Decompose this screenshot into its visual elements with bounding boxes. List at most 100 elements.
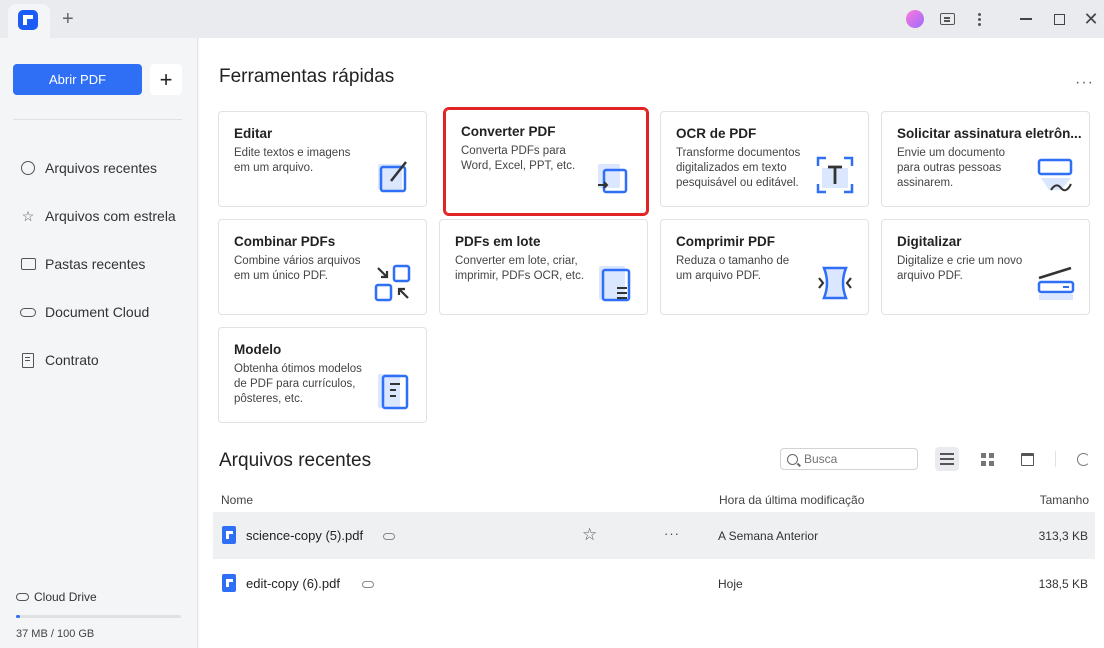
storage-progress-bar	[16, 615, 181, 618]
title-bar: + ✕	[0, 0, 1104, 38]
folder-icon	[20, 256, 36, 272]
tool-card-combine[interactable]: Combinar PDFs Combine vários arquivos em…	[218, 219, 427, 315]
recent-files-title: Arquivos recentes	[219, 450, 372, 471]
tool-card-request-signature[interactable]: Solicitar assinatura eletrôn... Envie um…	[881, 111, 1090, 207]
more-vertical-icon	[977, 12, 981, 26]
combine-icon	[374, 264, 411, 302]
list-view-button[interactable]	[935, 447, 959, 471]
card-title: OCR de PDF	[676, 126, 757, 141]
clock-icon	[20, 160, 36, 176]
sidebar-divider	[13, 119, 182, 120]
table-row[interactable]: edit-copy (6).pdf Hoje 138,5 KB	[213, 560, 1095, 607]
pdf-file-icon	[222, 574, 236, 592]
new-tab-button[interactable]: +	[62, 9, 74, 29]
convert-icon	[598, 164, 628, 194]
quick-tools-title: Ferramentas rápidas	[219, 66, 395, 87]
sidebar-item-recent-files[interactable]: Arquivos recentes	[20, 144, 176, 192]
maximize-icon	[1053, 13, 1065, 25]
sidebar-nav: Arquivos recentes ☆ Arquivos com estrela…	[20, 144, 176, 384]
column-header-name[interactable]: Nome	[221, 493, 253, 507]
cloud-status-icon	[362, 581, 374, 588]
tool-card-template[interactable]: Modelo Obtenha ótimos modelos de PDF par…	[218, 327, 427, 423]
card-title: Combinar PDFs	[234, 234, 336, 249]
more-options-button[interactable]: ···	[1075, 74, 1094, 92]
search-icon	[787, 453, 798, 465]
sidebar: Abrir PDF + Arquivos recentes ☆ Arquivos…	[0, 38, 198, 648]
app-logo-icon	[18, 10, 38, 30]
card-description: Edite textos e imagens em um arquivo.	[234, 147, 351, 174]
grid-view-button[interactable]	[975, 447, 999, 471]
toolbar-divider	[1055, 451, 1056, 467]
sidebar-item-label: Document Cloud	[45, 304, 150, 320]
sidebar-item-recent-folders[interactable]: Pastas recentes	[20, 240, 176, 288]
grid-view-icon	[980, 452, 994, 466]
table-row[interactable]: science-copy (5).pdf ☆ ··· A Semana Ante…	[213, 512, 1095, 559]
file-size: 138,5 KB	[1038, 577, 1088, 591]
tool-card-edit[interactable]: Editar Edite textos e imagens em um arqu…	[218, 111, 427, 207]
tool-card-scan[interactable]: Digitalizar Digitalize e crie um novo ar…	[881, 219, 1090, 315]
sidebar-item-starred[interactable]: ☆ Arquivos com estrela	[20, 192, 176, 240]
scanner-icon	[1037, 266, 1075, 300]
card-description: Combine vários arquivos em um único PDF.	[234, 255, 361, 282]
sidebar-item-label: Arquivos com estrela	[45, 208, 176, 224]
close-button[interactable]: ✕	[1080, 8, 1102, 30]
menu-button[interactable]	[968, 8, 990, 30]
tool-card-ocr[interactable]: OCR de PDF Transforme documentos digital…	[660, 111, 869, 207]
card-description: Envie um documento para outras pessoas a…	[897, 147, 1006, 189]
column-header-size[interactable]: Tamanho	[1040, 493, 1089, 507]
sidebar-item-label: Pastas recentes	[45, 256, 146, 272]
card-title: Digitalizar	[897, 234, 962, 249]
file-size: 313,3 KB	[1038, 529, 1088, 543]
sidebar-item-label: Arquivos recentes	[45, 160, 158, 176]
delete-button[interactable]	[1015, 447, 1039, 471]
card-description: Digitalize e crie um novo arquivo PDF.	[897, 255, 1023, 282]
ocr-icon	[816, 156, 854, 194]
feedback-button[interactable]	[936, 8, 958, 30]
avatar-icon	[906, 10, 924, 28]
card-title: Comprimir PDF	[676, 234, 776, 249]
maximize-button[interactable]	[1048, 8, 1070, 30]
file-name: edit-copy (6).pdf	[246, 576, 340, 591]
search-input[interactable]	[804, 452, 904, 466]
card-title: PDFs em lote	[455, 234, 541, 249]
card-title: Modelo	[234, 342, 282, 357]
cloud-drive-link[interactable]: Cloud Drive	[16, 590, 97, 604]
storage-progress-fill	[16, 615, 20, 618]
signature-icon	[1037, 158, 1073, 192]
card-description: Transforme documentos digitalizados em t…	[676, 147, 801, 189]
add-button[interactable]: +	[150, 64, 182, 95]
sidebar-item-document-cloud[interactable]: Document Cloud	[20, 288, 176, 336]
edit-icon	[378, 161, 407, 193]
refresh-button[interactable]	[1071, 447, 1095, 471]
user-avatar[interactable]	[904, 8, 926, 30]
tool-card-convert-pdf[interactable]: Converter PDF Converta PDFs para Word, E…	[443, 107, 649, 216]
card-description: Converter em lote, criar, imprimir, PDFs…	[455, 255, 585, 282]
row-more-button[interactable]: ···	[664, 526, 680, 541]
card-description: Obtenha ótimos modelos de PDF para currí…	[234, 363, 362, 405]
star-icon[interactable]: ☆	[582, 525, 597, 545]
tool-card-compress[interactable]: Comprimir PDF Reduza o tamanho de um arq…	[660, 219, 869, 315]
card-description: Reduza o tamanho de um arquivo PDF.	[676, 255, 790, 282]
main-content: Ferramentas rápidas ··· Editar Edite tex…	[199, 38, 1104, 648]
chat-icon	[939, 13, 955, 25]
column-header-modified[interactable]: Hora da última modificação	[719, 493, 864, 507]
open-pdf-button[interactable]: Abrir PDF	[13, 64, 142, 95]
close-icon: ✕	[1083, 8, 1099, 29]
batch-icon	[599, 266, 631, 302]
compress-icon	[818, 266, 852, 300]
card-title: Converter PDF	[461, 124, 556, 139]
storage-usage-text: 37 MB / 100 GB	[16, 628, 95, 640]
home-tab[interactable]	[8, 4, 50, 38]
minimize-button[interactable]	[1015, 8, 1037, 30]
search-box[interactable]	[780, 448, 918, 470]
card-title: Solicitar assinatura eletrôn...	[897, 126, 1082, 141]
cloud-drive-label: Cloud Drive	[34, 590, 97, 604]
cloud-status-icon	[383, 533, 395, 540]
sidebar-item-label: Contrato	[45, 352, 99, 368]
cloud-icon	[20, 304, 36, 320]
refresh-icon	[1076, 452, 1090, 466]
file-name: science-copy (5).pdf	[246, 528, 364, 543]
sidebar-item-contract[interactable]: Contrato	[20, 336, 176, 384]
tool-card-batch[interactable]: PDFs em lote Converter em lote, criar, i…	[439, 219, 648, 315]
card-title: Editar	[234, 126, 273, 141]
